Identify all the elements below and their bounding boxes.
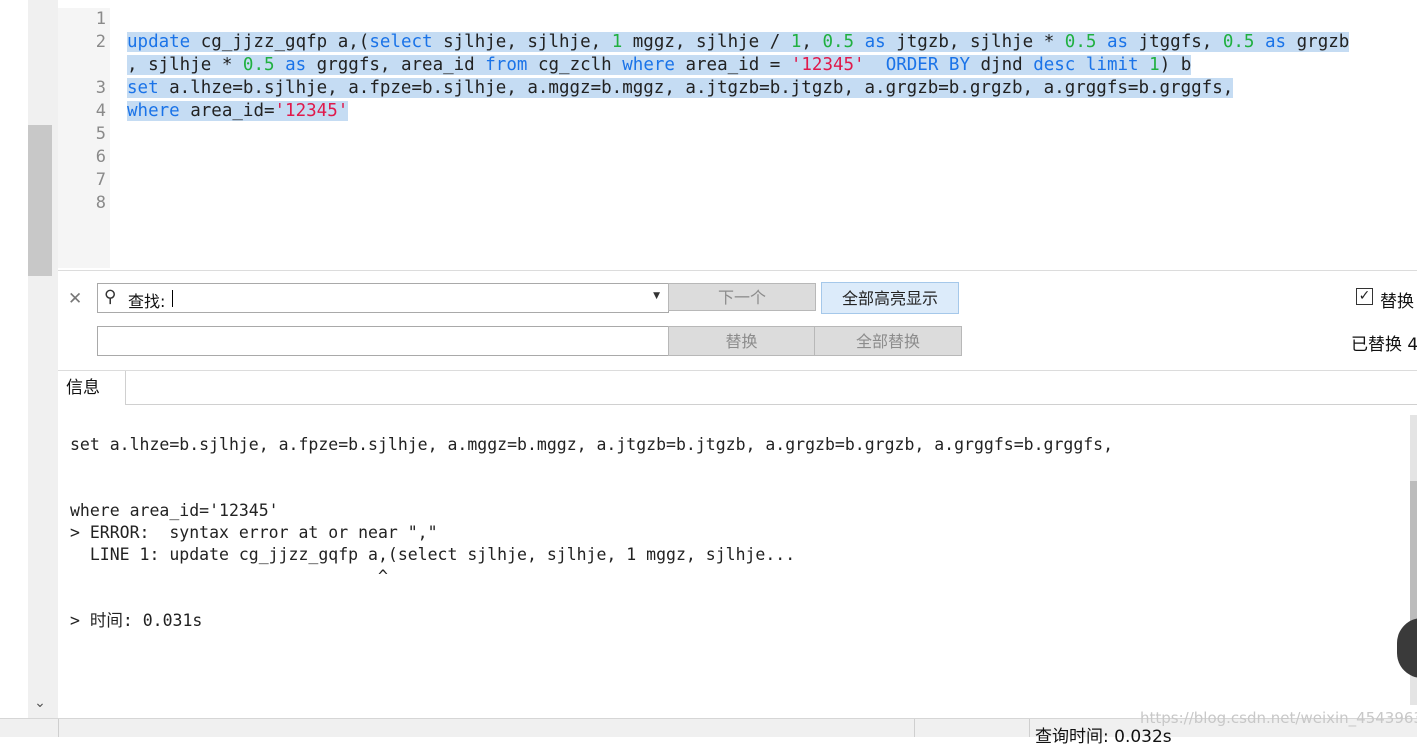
search-icon: ⚲: [104, 287, 117, 307]
replace-button[interactable]: 替换: [668, 326, 815, 356]
find-replace-bar: ✕ ⚲ 查找: ▼ 下一个 全部高亮显示 替换 全部替换 ✓ 替换 已替换 4: [58, 270, 1417, 369]
line-number: 1: [95, 9, 106, 29]
code-line-4: where area_id='12345': [127, 100, 349, 123]
code-text: cg_jjzz_gqfp a,(: [190, 32, 370, 52]
line-number-gutter: 1 2 3 4 5 6 7 8: [58, 8, 110, 268]
status-bar: 查询时间: 0.032s https://blog.csdn.net/weixi…: [0, 709, 1417, 747]
error-caret-line: ^: [70, 567, 388, 586]
message-panel: 信息 set a.lhze=b.sjlhje, a.fpze=b.sjlhje,…: [58, 370, 1417, 719]
sql-number: 0.5: [1064, 32, 1097, 52]
sql-string: '12345': [790, 55, 865, 75]
code-line-3: set a.lhze=b.sjlhje, a.fpze=b.sjlhje, a.…: [127, 77, 1234, 100]
code-line-2: update cg_jjzz_gqfp a,(select sjlhje, sj…: [127, 31, 1350, 54]
text-caret: [172, 290, 173, 307]
sql-keyword: as: [864, 32, 886, 52]
sql-keyword: set: [127, 78, 159, 98]
code-text: sjlhje, sjlhje,: [432, 32, 612, 52]
replace-input[interactable]: [97, 326, 669, 356]
sql-keyword: select: [369, 32, 433, 52]
sql-number: 0.5: [822, 32, 855, 52]
line-number: 7: [95, 170, 106, 190]
sql-keyword: ORDER BY: [885, 55, 970, 75]
sql-keyword: as: [1106, 32, 1129, 52]
code-text: area_id=: [179, 101, 275, 121]
status-separator: [914, 719, 915, 737]
message-tab-bar: 信息: [58, 371, 1417, 405]
code-text: ,: [801, 32, 823, 52]
close-icon[interactable]: ✕: [68, 289, 82, 309]
sql-keyword: desc: [1033, 55, 1076, 75]
find-input[interactable]: ⚲ 查找: ▼: [97, 283, 669, 313]
sql-keyword: as: [285, 55, 307, 75]
code-text: ) b: [1159, 55, 1192, 75]
sql-number: 1: [1149, 55, 1160, 75]
sql-keyword: where: [127, 101, 180, 121]
line-number: 6: [95, 147, 106, 167]
sql-number: 0.5: [242, 55, 275, 75]
code-text: , sjlhje *: [127, 55, 243, 75]
execution-time-line: > 时间: 0.031s: [70, 611, 203, 630]
code-text: a.lhze=b.sjlhje, a.fpze=b.sjlhje, a.mggz…: [158, 78, 1234, 98]
error-line: > ERROR: syntax error at or near ",": [70, 523, 438, 542]
code-text: mggz, sjlhje /: [622, 32, 791, 52]
sql-editor[interactable]: 1 2 3 4 5 6 7 8 update cg_jjzz_gqfp a,(s…: [58, 8, 1417, 268]
sql-number: 1: [790, 32, 802, 52]
error-line: LINE 1: update cg_jjzz_gqfp a,(select sj…: [70, 545, 796, 564]
scrollbar-thumb[interactable]: [28, 125, 52, 276]
message-line: set a.lhze=b.sjlhje, a.fpze=b.sjlhje, a.…: [70, 435, 1114, 454]
watermark: https://blog.csdn.net/weixin_45439637: [1140, 709, 1417, 727]
sql-string: '12345': [274, 101, 349, 121]
code-text: jtgzb, sjlhje *: [885, 32, 1065, 52]
status-separator: [1029, 719, 1030, 737]
tab-info[interactable]: 信息: [58, 371, 126, 405]
sql-keyword: where: [622, 55, 675, 75]
code-text: cg_zclh: [527, 55, 623, 75]
status-separator: [58, 719, 59, 737]
dropdown-arrow-icon[interactable]: ▼: [653, 291, 660, 301]
code-text: grggfs, area_id: [306, 55, 486, 75]
scrollbar-thumb[interactable]: [1410, 481, 1417, 636]
replaced-count: 已替换 4: [1351, 335, 1417, 355]
find-label: 查找:: [128, 292, 166, 311]
code-line-2-wrap: , sjlhje * 0.5 as grggfs, area_id from c…: [127, 54, 1192, 77]
line-number: 4: [95, 101, 106, 121]
sql-keyword: limit: [1085, 55, 1139, 75]
replace-all-button[interactable]: 全部替换: [814, 326, 962, 356]
sql-keyword: update: [127, 32, 191, 52]
find-next-button[interactable]: 下一个: [668, 283, 816, 311]
code-text: djnd: [969, 55, 1034, 75]
sql-keyword: as: [1265, 32, 1287, 52]
code-text: jtggfs,: [1128, 32, 1223, 52]
scroll-down-chevron-icon[interactable]: ⌄: [28, 692, 52, 714]
left-margin: [0, 0, 28, 718]
replace-checkbox-label: 替换: [1380, 292, 1414, 312]
line-number: 5: [95, 124, 106, 144]
line-number: 8: [95, 193, 106, 213]
line-number: 3: [95, 78, 106, 98]
sql-keyword: from: [485, 55, 528, 75]
sql-number: 1: [611, 32, 623, 52]
replace-checkbox[interactable]: ✓: [1356, 288, 1373, 305]
sql-number: 0.5: [1222, 32, 1255, 52]
highlight-all-button[interactable]: 全部高亮显示: [821, 282, 959, 314]
line-number: 2: [95, 32, 106, 52]
editor-vertical-scrollbar[interactable]: ⌄: [28, 0, 52, 718]
code-text: area_id =: [674, 55, 791, 75]
message-line: where area_id='12345': [70, 501, 279, 520]
code-text: grgzb: [1286, 32, 1350, 52]
